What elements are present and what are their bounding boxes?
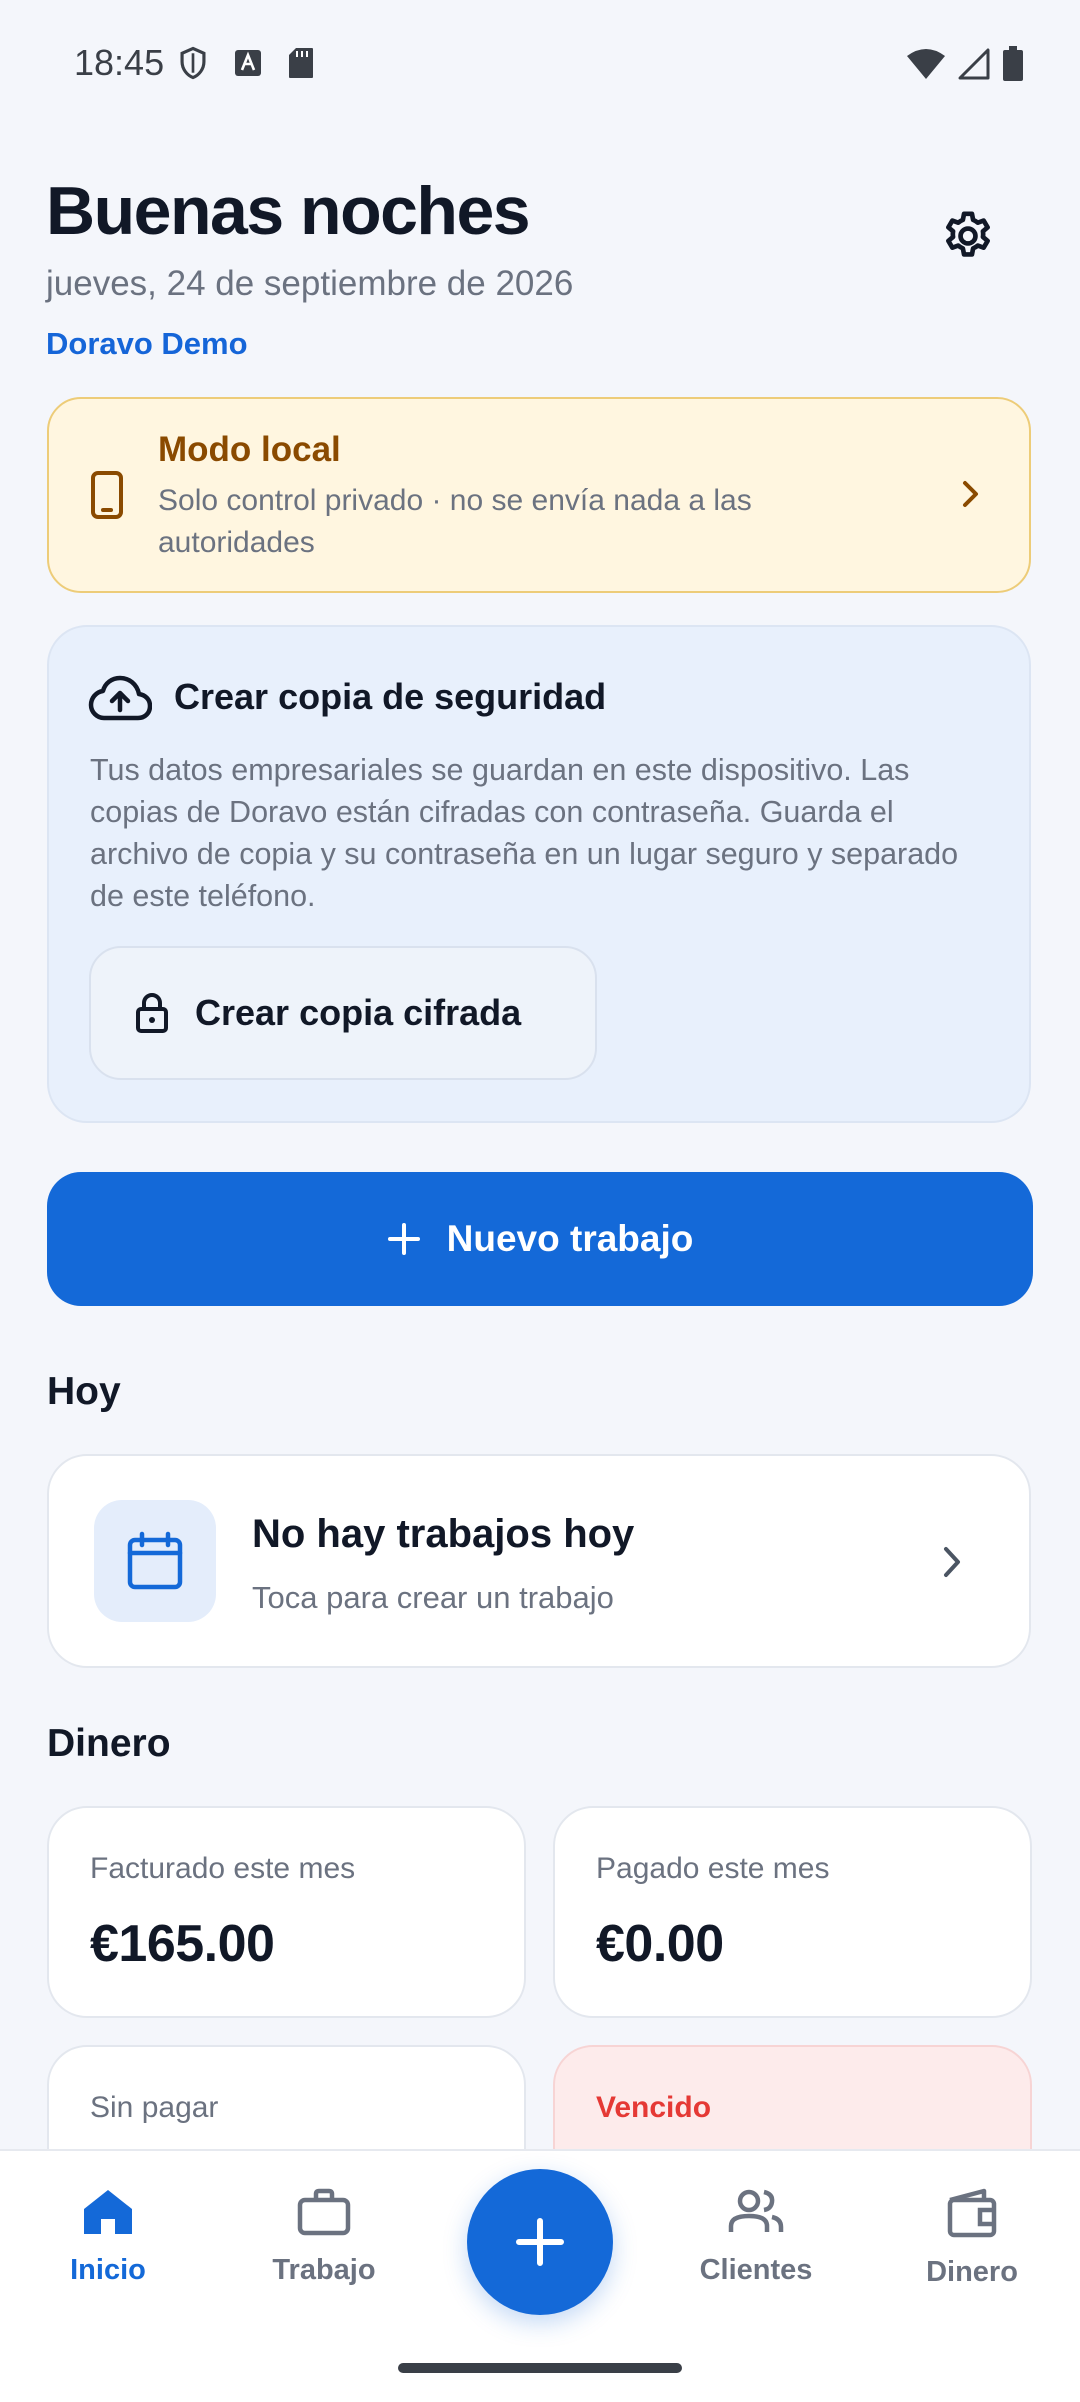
wallet-icon bbox=[947, 2188, 997, 2238]
people-icon bbox=[728, 2189, 784, 2232]
lock-icon bbox=[136, 993, 168, 1033]
home-icon bbox=[84, 2190, 132, 2234]
today-empty-subtitle: Toca para crear un trabajo bbox=[252, 1580, 614, 1615]
calendar-icon bbox=[127, 1531, 183, 1590]
nav-work-label: Trabajo bbox=[272, 2254, 376, 2286]
backup-description: Tus datos empresariales se guardan en es… bbox=[90, 753, 959, 913]
phone-icon bbox=[91, 471, 123, 519]
status-icons-left bbox=[178, 46, 314, 80]
calendar-icon-box bbox=[94, 1500, 216, 1622]
local-mode-subtitle: Solo control privado · no se envía nada … bbox=[158, 484, 752, 559]
briefcase-icon bbox=[297, 2188, 351, 2236]
unpaid-label: Sin pagar bbox=[90, 2091, 219, 2124]
invoiced-month-value: €165.00 bbox=[90, 1915, 275, 1973]
battery-icon bbox=[1003, 46, 1023, 81]
accessibility-a-icon bbox=[235, 50, 261, 76]
status-icons-right bbox=[906, 46, 1024, 82]
today-empty-title: No hay trabajos hoy bbox=[252, 1512, 635, 1556]
create-encrypted-backup-button[interactable]: Crear copia cifrada bbox=[89, 946, 597, 1080]
overdue-label: Vencido bbox=[596, 2091, 712, 2124]
nav-item-money[interactable]: Dinero bbox=[887, 2188, 1057, 2289]
create-encrypted-backup-label: Crear copia cifrada bbox=[195, 992, 522, 1033]
chevron-right-icon bbox=[963, 481, 978, 507]
nav-money-label: Dinero bbox=[926, 2256, 1018, 2288]
nav-clients-label: Clientes bbox=[699, 2254, 813, 2286]
cloud-upload-icon bbox=[88, 675, 152, 721]
sd-card-icon bbox=[289, 48, 313, 78]
gear-icon[interactable] bbox=[940, 208, 996, 264]
gesture-home-bar[interactable] bbox=[398, 2363, 682, 2373]
new-job-label: Nuevo trabajo bbox=[446, 1218, 694, 1259]
wifi-icon bbox=[907, 49, 945, 79]
add-fab-button[interactable] bbox=[467, 2169, 613, 2315]
signal-icon bbox=[958, 48, 990, 80]
new-job-button[interactable]: Nuevo trabajo bbox=[47, 1172, 1033, 1306]
invoiced-month-label: Facturado este mes bbox=[90, 1852, 356, 1885]
nav-item-work[interactable]: Trabajo bbox=[239, 2188, 409, 2287]
plus-icon bbox=[387, 1223, 420, 1255]
paid-month-value: €0.00 bbox=[596, 1915, 724, 1973]
paid-month-label: Pagado este mes bbox=[596, 1852, 830, 1885]
status-time: 18:45 bbox=[74, 42, 165, 83]
company-name[interactable]: Doravo Demo bbox=[46, 326, 248, 362]
paid-month-card[interactable] bbox=[553, 1806, 1032, 2018]
plus-icon bbox=[516, 2218, 564, 2266]
nav-item-home[interactable]: Inicio bbox=[23, 2188, 193, 2287]
money-heading: Dinero bbox=[47, 1722, 171, 1765]
chevron-right-icon bbox=[944, 1547, 960, 1577]
today-heading: Hoy bbox=[47, 1370, 121, 1413]
nav-home-label: Inicio bbox=[70, 2254, 146, 2286]
local-mode-title: Modo local bbox=[158, 430, 341, 469]
backup-title: Crear copia de seguridad bbox=[174, 676, 607, 717]
current-date: jueves, 24 de septiembre de 2026 bbox=[46, 264, 574, 303]
nav-item-clients[interactable]: Clientes bbox=[671, 2188, 841, 2287]
shield-icon bbox=[180, 46, 206, 80]
page-title: Buenas noches bbox=[46, 173, 531, 249]
invoiced-month-card[interactable] bbox=[47, 1806, 526, 2018]
